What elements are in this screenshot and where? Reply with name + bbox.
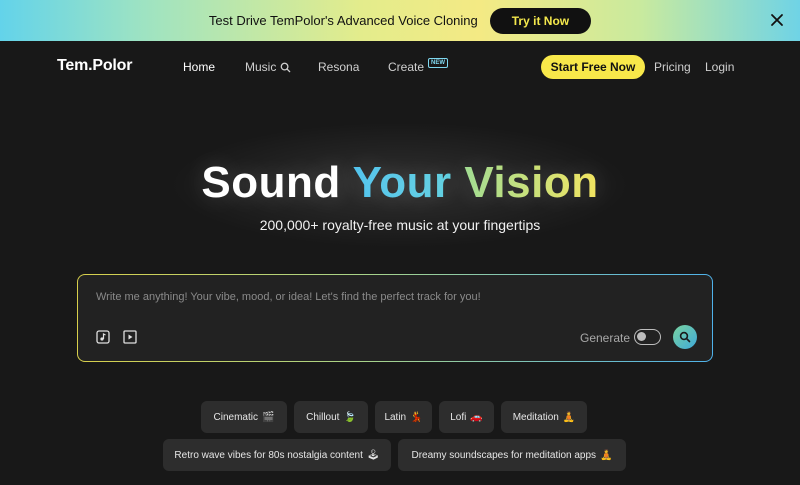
chip-label: Retro wave vibes for 80s nostalgia conte… xyxy=(174,449,363,461)
search-button[interactable] xyxy=(673,325,697,349)
hero-title-part1: Sound xyxy=(201,158,341,207)
chip-label: Latin xyxy=(384,411,407,423)
nav-item-login[interactable]: Login xyxy=(705,60,734,74)
car-icon: 🚗 xyxy=(470,411,483,423)
hero-title: Sound Your Vision xyxy=(0,158,800,208)
chip-cinematic[interactable]: Cinematic 🎬 xyxy=(201,401,287,433)
chip-meditation[interactable]: Meditation 🧘 xyxy=(501,401,587,433)
prompt-input[interactable]: Write me anything! Your vibe, mood, or i… xyxy=(96,291,481,303)
chip-label: Chillout xyxy=(306,411,340,423)
meditation-icon: 🧘 xyxy=(562,411,576,423)
nav-item-resona[interactable]: Resona xyxy=(318,60,359,74)
chip-lofi[interactable]: Lofi 🚗 xyxy=(439,401,494,433)
logo[interactable]: Tem.Polor xyxy=(57,57,132,75)
generate-toggle[interactable] xyxy=(634,329,661,345)
try-it-now-button[interactable]: Try it Now xyxy=(489,7,592,34)
promo-text: Test Drive TemPolor's Advanced Voice Clo… xyxy=(208,13,478,28)
chip-dreamy-soundscapes[interactable]: Dreamy soundscapes for meditation apps 🧘 xyxy=(398,439,626,471)
top-navigation: Tem.Polor Home Music Resona Create NEW S… xyxy=(0,41,800,93)
chip-label: Dreamy soundscapes for meditation apps xyxy=(411,449,597,461)
search-icon xyxy=(280,62,291,72)
nav-item-pricing[interactable]: Pricing xyxy=(654,60,691,74)
promo-banner: Test Drive TemPolor's Advanced Voice Clo… xyxy=(0,0,800,41)
clapperboard-icon: 🎬 xyxy=(262,411,275,423)
nav-item-music-label: Music xyxy=(245,60,277,74)
toggle-knob xyxy=(637,332,646,341)
music-note-icon[interactable] xyxy=(96,330,110,344)
chip-chillout[interactable]: Chillout 🍃 xyxy=(294,401,368,433)
nav-item-create[interactable]: Create xyxy=(388,60,424,74)
chip-label: Cinematic xyxy=(213,411,258,423)
prompt-inner[interactable]: Write me anything! Your vibe, mood, or i… xyxy=(78,275,712,361)
start-free-now-button[interactable]: Start Free Now xyxy=(541,55,645,79)
generate-label: Generate xyxy=(580,331,631,345)
hero-title-part2: Your xyxy=(352,158,452,207)
nav-item-home[interactable]: Home xyxy=(183,60,215,74)
search-icon xyxy=(679,331,691,343)
prompt-box: Write me anything! Your vibe, mood, or i… xyxy=(77,274,713,362)
nav-item-music[interactable]: Music xyxy=(245,60,291,74)
chip-label: Meditation xyxy=(512,411,559,423)
close-icon[interactable] xyxy=(768,11,786,29)
hero-title-part3: Vision xyxy=(464,158,599,207)
leaf-icon: 🍃 xyxy=(343,411,356,423)
chip-latin[interactable]: Latin 💃 xyxy=(375,401,432,433)
chip-retro-wave[interactable]: Retro wave vibes for 80s nostalgia conte… xyxy=(163,439,391,471)
new-badge: NEW xyxy=(428,58,448,68)
meditation-icon: 🧘 xyxy=(600,449,613,461)
joystick-icon: 🕹 xyxy=(366,449,380,461)
dancer-icon: 💃 xyxy=(410,411,423,423)
video-play-icon[interactable] xyxy=(123,330,137,344)
hero-subtitle: 200,000+ royalty-free music at your fing… xyxy=(259,217,541,233)
chip-label: Lofi xyxy=(450,411,467,423)
